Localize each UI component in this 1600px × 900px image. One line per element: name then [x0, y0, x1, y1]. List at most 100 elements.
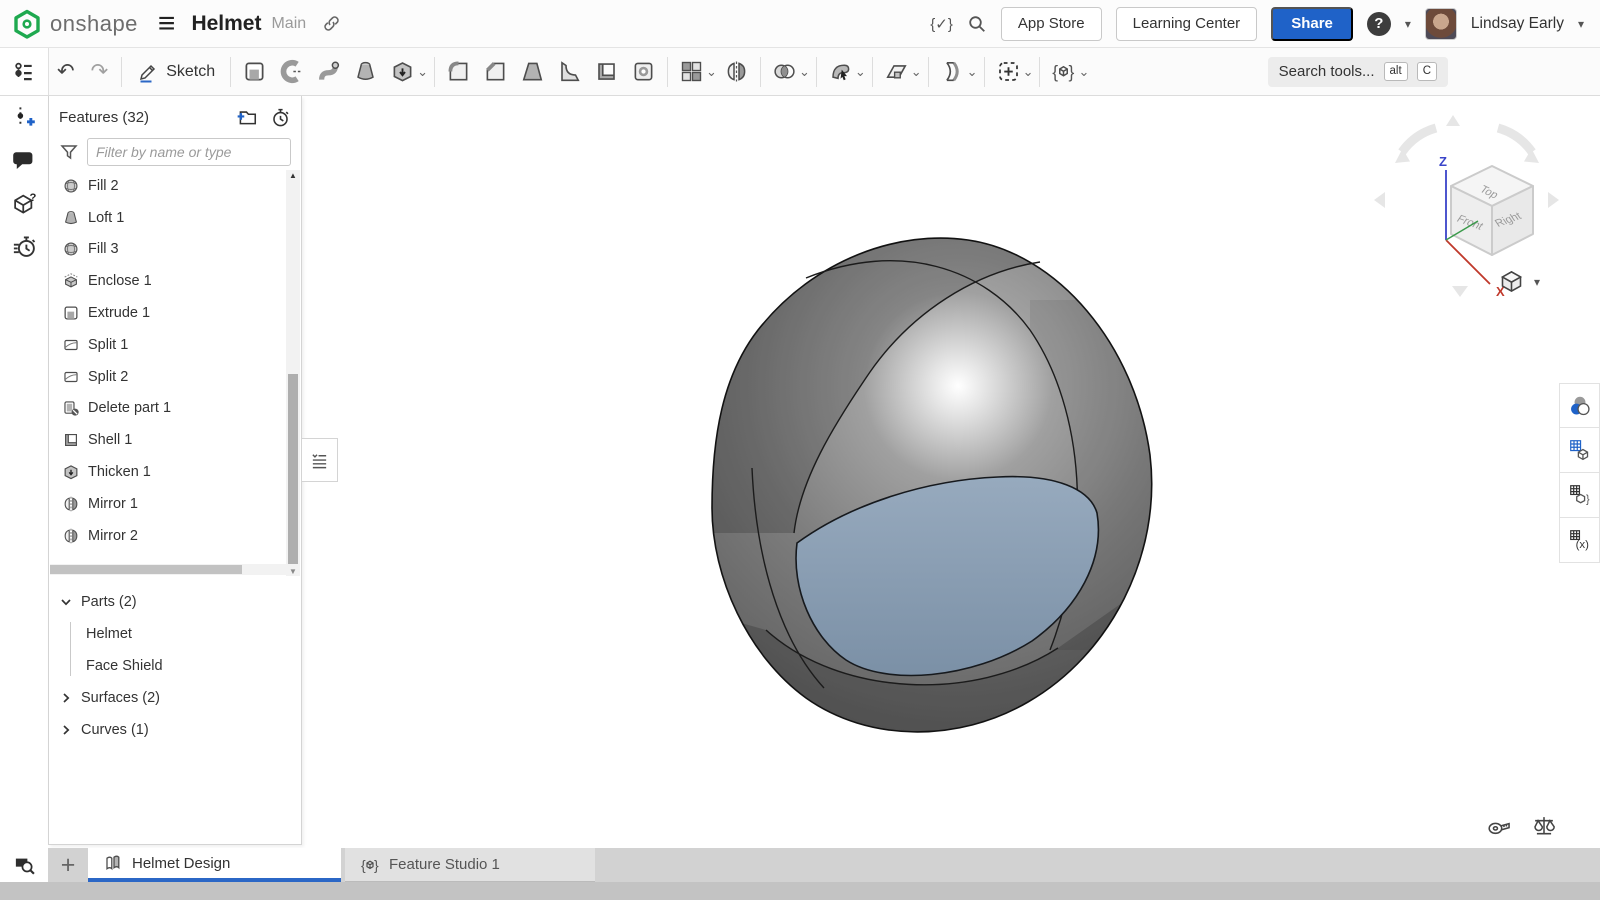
undo-button[interactable]: ↶ — [49, 59, 83, 84]
feature-row[interactable]: Split 1 — [49, 329, 286, 361]
filter-funnel-icon[interactable] — [59, 142, 79, 162]
help-icon[interactable]: ? — [1367, 12, 1391, 36]
configured-properties-panel-button[interactable] — [1559, 518, 1600, 563]
feature-row[interactable]: Mirror 1 — [49, 488, 286, 520]
composite-part-button[interactable] — [990, 53, 1027, 91]
configurations-panel-button[interactable] — [1559, 428, 1600, 473]
feature-row[interactable]: Delete part 1 — [49, 393, 286, 425]
thicken-button[interactable] — [384, 53, 421, 91]
scroll-up-icon[interactable]: ▲ — [286, 171, 300, 180]
feature-list-horizontal-scrollbar[interactable] — [50, 564, 287, 575]
feature-filter-input[interactable] — [87, 138, 291, 166]
modify-fillet-dropdown-icon[interactable]: ⌄ — [855, 64, 866, 80]
rollback-history-icon[interactable] — [270, 107, 291, 128]
app-store-button[interactable]: App Store — [1001, 7, 1102, 41]
feature-row[interactable]: Enclose 1 — [49, 265, 286, 297]
document-menu-icon[interactable]: ≡ — [158, 9, 176, 39]
scroll-down-icon[interactable]: ▼ — [286, 567, 300, 576]
chevron-right-icon[interactable] — [59, 723, 73, 737]
workspace-name[interactable]: Main — [271, 15, 306, 33]
sweep-button[interactable] — [310, 53, 347, 91]
hole-button[interactable] — [625, 53, 662, 91]
share-link-icon[interactable] — [322, 14, 341, 33]
onshape-logo[interactable]: onshape — [12, 9, 138, 39]
feature-row[interactable]: Mirror 2 — [49, 520, 286, 552]
add-tab-button[interactable]: + — [48, 848, 88, 882]
search-icon[interactable] — [967, 14, 987, 34]
featurescript-notices-icon[interactable]: {✓} — [930, 15, 953, 33]
document-title[interactable]: Helmet — [191, 12, 261, 36]
part-row-face-shield[interactable]: Face Shield — [49, 650, 301, 682]
chamfer-button[interactable] — [477, 53, 514, 91]
plane-dropdown-icon[interactable]: ⌄ — [911, 64, 922, 80]
vertical-scroll-thumb[interactable] — [288, 374, 298, 564]
custom-features-button[interactable] — [1045, 53, 1082, 91]
share-button[interactable]: Share — [1271, 7, 1353, 41]
help-resources-button[interactable] — [7, 186, 41, 220]
surfaces-group-row[interactable]: Surfaces (2) — [49, 682, 301, 714]
feature-row[interactable]: Fill 3 — [49, 234, 286, 266]
draft-button[interactable] — [514, 53, 551, 91]
new-folder-icon[interactable] — [236, 106, 258, 128]
boolean-dropdown-icon[interactable]: ⌄ — [799, 64, 810, 80]
offset-surface-button[interactable] — [934, 53, 971, 91]
feature-row[interactable]: Split 2 — [49, 361, 286, 393]
boolean-button[interactable] — [766, 53, 803, 91]
feature-row[interactable]: Shell 1 — [49, 424, 286, 456]
feature-list-vertical-scrollbar[interactable]: ▲ ▼ — [286, 170, 300, 576]
user-name[interactable]: Lindsay Early — [1471, 15, 1564, 33]
plane-button[interactable] — [878, 53, 915, 91]
part-row-helmet[interactable]: Helmet — [49, 618, 301, 650]
top-bar: onshape ≡ Helmet Main {✓} App Store Lear… — [0, 0, 1600, 48]
comments-button[interactable] — [7, 143, 41, 177]
helmet-model[interactable] — [660, 180, 1190, 780]
chevron-right-icon[interactable] — [59, 691, 73, 705]
appearance-panel-button[interactable] — [1559, 383, 1600, 428]
parts-group-row[interactable]: Parts (2) — [49, 586, 301, 618]
shell-button[interactable] — [588, 53, 625, 91]
delete-part-feature-icon — [62, 399, 80, 417]
mirror-button[interactable] — [718, 53, 755, 91]
feature-row[interactable]: Fill 2 — [49, 170, 286, 202]
search-tabs-button[interactable] — [0, 848, 48, 882]
sketch-button[interactable]: Sketch — [127, 61, 225, 83]
3d-viewport[interactable]: Top Front Right Z X — [302, 96, 1600, 848]
feature-list-toggle-button[interactable] — [0, 48, 49, 95]
offset-surface-dropdown-icon[interactable]: ⌄ — [967, 64, 978, 80]
feature-row[interactable]: Extrude 1 — [49, 297, 286, 329]
user-menu-caret-icon[interactable]: ▾ — [1578, 17, 1584, 31]
extrude-button[interactable] — [236, 53, 273, 91]
custom-features-dropdown-icon[interactable]: ⌄ — [1078, 64, 1089, 80]
logo-text: onshape — [50, 11, 138, 37]
modify-fillet-button[interactable] — [822, 53, 859, 91]
tab-helmet-design[interactable]: Helmet Design — [88, 848, 341, 882]
chevron-down-icon[interactable] — [59, 595, 73, 609]
measure-button[interactable] — [1485, 812, 1513, 840]
horizontal-scroll-thumb[interactable] — [50, 565, 242, 574]
feature-row[interactable]: Thicken 1 — [49, 456, 286, 488]
user-avatar[interactable] — [1425, 8, 1457, 40]
search-tools-button[interactable]: Search tools... alt C — [1268, 57, 1448, 87]
surfaces-group-label: Surfaces (2) — [81, 690, 160, 706]
rib-button[interactable] — [551, 53, 588, 91]
linear-pattern-button[interactable] — [673, 53, 710, 91]
help-caret-icon[interactable]: ▾ — [1405, 17, 1411, 31]
view-options-button[interactable]: ▾ — [1498, 268, 1540, 295]
history-button[interactable] — [7, 229, 41, 263]
revolve-button[interactable] — [273, 53, 310, 91]
tab-feature-studio-1[interactable]: Feature Studio 1 — [345, 848, 595, 882]
fillet-button[interactable] — [440, 53, 477, 91]
redo-button[interactable]: ↷ — [83, 59, 117, 84]
pattern-dropdown-icon[interactable]: ⌄ — [706, 64, 717, 80]
parts-group-label: Parts (2) — [81, 594, 137, 610]
config-features-icon — [1568, 483, 1592, 507]
composite-dropdown-icon[interactable]: ⌄ — [1023, 64, 1034, 80]
feature-row[interactable]: Loft 1 — [49, 202, 286, 234]
curves-group-row[interactable]: Curves (1) — [49, 714, 301, 746]
mass-properties-button[interactable] — [1530, 812, 1558, 840]
thicken-dropdown-icon[interactable]: ⌄ — [417, 64, 428, 80]
configured-features-panel-button[interactable] — [1559, 473, 1600, 518]
loft-button[interactable] — [347, 53, 384, 91]
learning-center-button[interactable]: Learning Center — [1116, 7, 1258, 41]
insert-item-button[interactable] — [7, 100, 41, 134]
